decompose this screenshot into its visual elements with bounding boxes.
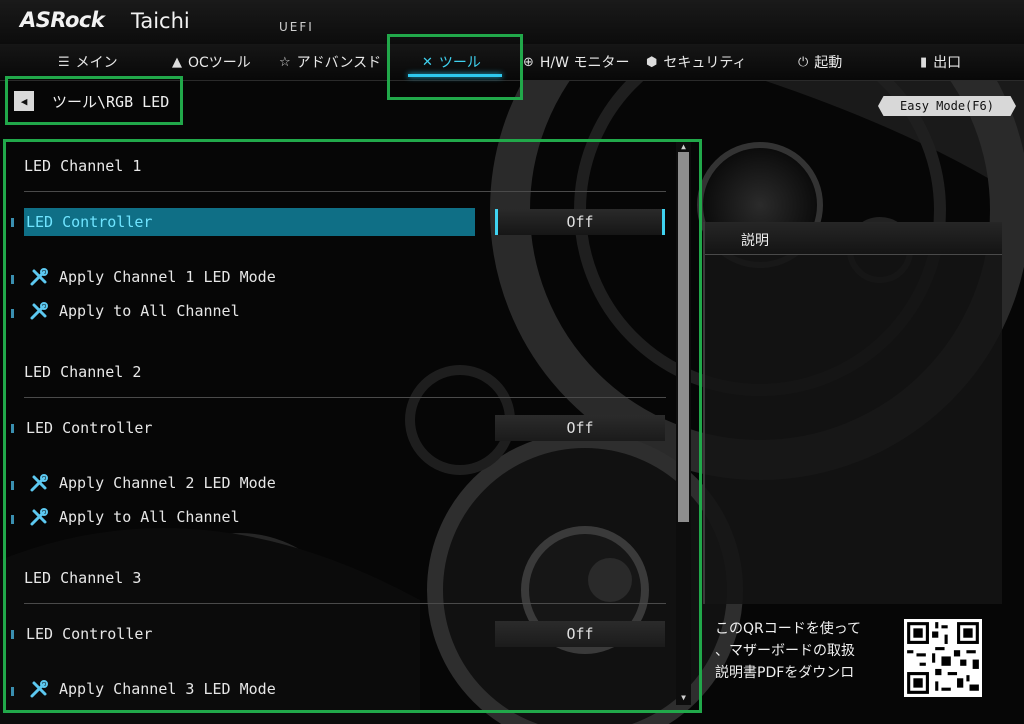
channel-2-led-controller-value[interactable]: Off (495, 415, 665, 441)
channel-3-led-controller-value[interactable]: Off (495, 621, 665, 647)
power-icon: ⏻ (798, 54, 809, 70)
star-icon: ☆ (279, 54, 291, 70)
row-bullet (11, 687, 14, 696)
triangle-left-icon: ◀ (20, 94, 28, 108)
channel-1-apply-mode[interactable]: Apply Channel 1 LED Mode (29, 267, 276, 287)
main-nav: ☰ メイン ▲ OCツール ☆ アドバンスド ✕ ツール ⊕ H/W モニター … (0, 44, 1024, 81)
channel-3-title: LED Channel 3 (24, 569, 142, 587)
qr-code-caption: このQRコードを使って 、マザーボードの取扱 説明書PDFをダウンロ (715, 621, 862, 681)
scroll-up-arrow-icon[interactable]: ▲ (678, 142, 689, 152)
tab-oc-tools[interactable]: ▲ OCツール (172, 44, 251, 80)
tab-boot[interactable]: ⏻ 起動 (798, 44, 842, 80)
breadcrumb: ◀ ツール\RGB LED (14, 87, 169, 115)
tools-icon (30, 302, 48, 320)
settings-scrollbar[interactable]: ▲ ▼ (676, 142, 691, 705)
settings-list: LED Channel 1 LED Controller Off Apply C… (7, 143, 697, 707)
exit-door-icon: ▮ (920, 54, 928, 70)
divider (24, 397, 666, 398)
uefi-label: UEFI (279, 20, 314, 34)
channel-3-apply-mode[interactable]: Apply Channel 3 LED Mode (29, 679, 276, 699)
channel-1-led-controller-label[interactable]: LED Controller (24, 208, 475, 236)
crosshair-icon: ⊕ (523, 54, 534, 70)
row-bullet (11, 630, 14, 639)
shield-icon: ⬢ (646, 54, 658, 70)
row-bullet (11, 218, 14, 227)
tab-exit[interactable]: ▮ 出口 (920, 44, 961, 80)
tools-icon (30, 474, 48, 492)
tools-icon (30, 680, 48, 698)
rocket-icon: ▲ (172, 54, 182, 70)
row-bullet (11, 481, 14, 490)
brand-logo: ASRock (20, 8, 105, 32)
row-bullet (11, 515, 14, 524)
tools-icon (30, 508, 48, 526)
easy-mode-button[interactable]: Easy Mode(F6) (878, 96, 1016, 116)
row-bullet (11, 275, 14, 284)
description-panel: 説明 (703, 222, 1002, 604)
qr-code-image (904, 619, 982, 697)
tab-main[interactable]: ☰ メイン (58, 44, 118, 80)
row-bullet (11, 424, 14, 433)
list-icon: ☰ (58, 54, 70, 70)
channel-1-apply-all[interactable]: Apply to All Channel (29, 301, 240, 321)
description-header: 説明 (705, 222, 1002, 255)
channel-2-title: LED Channel 2 (24, 363, 142, 381)
tab-hw-monitor[interactable]: ⊕ H/W モニター (523, 44, 629, 80)
tools-icon: ✕ (422, 54, 433, 70)
tab-advanced[interactable]: ☆ アドバンスド (279, 44, 381, 80)
back-button[interactable]: ◀ (14, 91, 34, 111)
channel-3-led-controller-label[interactable]: LED Controller (24, 620, 152, 648)
channel-1-led-controller-value[interactable]: Off (495, 209, 665, 235)
tools-icon (30, 268, 48, 286)
channel-2-apply-all[interactable]: Apply to All Channel (29, 507, 240, 527)
description-title: 説明 (741, 233, 769, 249)
divider (24, 191, 666, 192)
top-header: ASRock Taichi UEFI (0, 0, 1024, 44)
model-name: Taichi (131, 9, 190, 33)
tab-security[interactable]: ⬢ セキュリティ (646, 44, 747, 80)
scrollbar-thumb[interactable] (678, 152, 689, 522)
row-bullet (11, 309, 14, 318)
channel-1-title: LED Channel 1 (24, 157, 142, 175)
channel-2-apply-mode[interactable]: Apply Channel 2 LED Mode (29, 473, 276, 493)
breadcrumb-path: ツール\RGB LED (52, 92, 170, 111)
channel-2-led-controller-label[interactable]: LED Controller (24, 414, 152, 442)
active-tab-indicator (408, 74, 502, 77)
scroll-down-arrow-icon[interactable]: ▼ (678, 693, 689, 703)
divider (24, 603, 666, 604)
